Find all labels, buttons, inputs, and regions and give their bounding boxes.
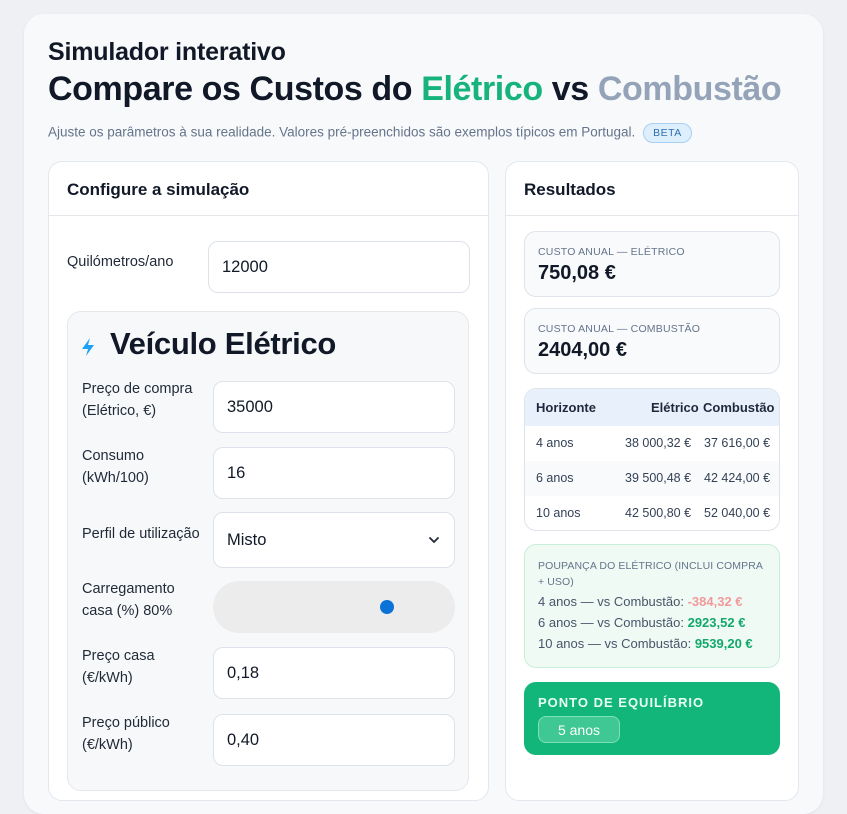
table-cell-electric: 42 500,80 €: [625, 506, 692, 520]
usage-profile-value: Misto: [227, 530, 267, 549]
ev-consumption-label-line1: Consumo: [82, 448, 145, 464]
savings-line-value: -384,32 €: [687, 594, 743, 609]
table-cell-electric: 39 500,48 €: [625, 471, 692, 485]
ev-price-value: 35000: [227, 397, 273, 416]
public-price-input[interactable]: 0,40: [213, 714, 455, 766]
table-cell-combustion: 37 616,00 €: [704, 436, 771, 450]
table-cell-horizon: 10 anos: [536, 506, 581, 520]
table-cell-electric: 38 000,32 €: [625, 436, 692, 450]
table-header-combustion: Combustão: [703, 400, 775, 415]
savings-line-label: 10 anos — vs Combustão:: [538, 636, 692, 651]
lightning-bolt-icon: [82, 338, 94, 356]
usage-profile-select[interactable]: Misto: [213, 512, 455, 568]
table-cell-combustion: 52 040,00 €: [704, 506, 771, 520]
home-charge-label-line1: Carregamento: [82, 581, 175, 597]
savings-line: 10 anos — vs Combustão: 9539,20 €: [538, 636, 753, 651]
annual-cost-electric-value: 750,08 €: [538, 262, 616, 284]
public-price-value: 0,40: [227, 730, 260, 749]
title-combustion: Combustão: [597, 70, 782, 108]
table-cell-horizon: 4 anos: [536, 436, 574, 450]
annual-cost-combustion-value: 2404,00 €: [538, 339, 627, 361]
public-price-label-line2: (€/kWh): [82, 737, 133, 753]
title-electric: Elétrico: [421, 70, 543, 108]
breakeven-value: 5 anos: [538, 716, 620, 743]
public-price-label: Preço público (€/kWh): [82, 712, 170, 756]
home-charge-label-line2: casa (%) 80%: [82, 603, 173, 619]
ev-price-input[interactable]: 35000: [213, 381, 455, 433]
title-vs: vs: [551, 70, 589, 108]
table-cell-horizon: 6 anos: [536, 471, 574, 485]
km-label: Quilómetros/ano: [67, 254, 174, 270]
breakeven-card: PONTO DE EQUILÍBRIO 5 anos: [524, 682, 780, 755]
ev-consumption-input[interactable]: 16: [213, 447, 455, 499]
table-cell-combustion: 42 424,00 €: [704, 471, 771, 485]
ev-consumption-label-line2: (kWh/100): [82, 470, 149, 486]
home-charge-slider-thumb[interactable]: [380, 600, 394, 614]
ev-price-label: Preço de compra (Elétrico, €): [82, 378, 192, 422]
usage-profile-label: Perfil de utilização: [82, 526, 200, 542]
horizon-table: Horizonte Elétrico Combustão 4 anos 38 0…: [524, 388, 780, 531]
savings-line-value: 9539,20 €: [694, 636, 753, 651]
breakeven-label: PONTO DE EQUILÍBRIO: [538, 695, 705, 710]
table-row: 6 anos 39 500,48 € 42 424,00 €: [525, 461, 779, 496]
chevron-down-icon: [429, 537, 439, 543]
home-price-label-line1: Preço casa: [82, 648, 155, 664]
table-header: Horizonte Elétrico Combustão: [525, 389, 779, 426]
home-price-label: Preço casa (€/kWh): [82, 645, 155, 689]
km-input[interactable]: 12000: [208, 241, 470, 293]
annual-cost-combustion-card: CUSTO ANUAL — COMBUSTÃO 2404,00 €: [524, 308, 780, 374]
results-panel-divider: [506, 215, 798, 216]
page-kicker: Simulador interativo: [48, 38, 286, 66]
annual-cost-electric-label: CUSTO ANUAL — ELÉTRICO: [538, 246, 685, 258]
subtitle-text: Ajuste os parâmetros à sua realidade. Va…: [48, 124, 636, 140]
savings-card: POUPANÇA DO ELÉTRICO (INCLUI COMPRA + US…: [524, 544, 780, 668]
home-price-label-line2: (€/kWh): [82, 670, 133, 686]
km-value: 12000: [222, 257, 268, 276]
ev-price-label-line2: (Elétrico, €): [82, 403, 157, 419]
public-price-label-line1: Preço público: [82, 715, 170, 731]
ev-title: Veículo Elétrico: [110, 326, 337, 361]
table-row: 4 anos 38 000,32 € 37 616,00 €: [525, 426, 779, 461]
savings-line-label: 6 anos — vs Combustão:: [538, 615, 684, 630]
home-charge-slider[interactable]: [213, 581, 455, 633]
config-panel-divider: [49, 215, 488, 216]
home-charge-label: Carregamento casa (%) 80%: [82, 578, 175, 622]
table-row: 10 anos 42 500,80 € 52 040,00 €: [525, 496, 779, 530]
page-title: Compare os Custos do Elétrico vs Combust…: [48, 70, 782, 109]
savings-line-label: 4 anos — vs Combustão:: [538, 594, 684, 609]
home-price-value: 0,18: [227, 663, 260, 682]
page-subtitle: Ajuste os parâmetros à sua realidade. Va…: [48, 123, 692, 143]
table-header-electric: Elétrico: [651, 400, 699, 415]
title-prefix: Compare os Custos do: [48, 70, 413, 108]
config-panel-title: Configure a simulação: [67, 180, 250, 199]
ev-consumption-value: 16: [227, 463, 246, 482]
annual-cost-combustion-label: CUSTO ANUAL — COMBUSTÃO: [538, 323, 701, 335]
savings-line: 4 anos — vs Combustão: -384,32 €: [538, 594, 743, 609]
ev-consumption-label: Consumo (kWh/100): [82, 445, 149, 489]
beta-badge: BETA: [643, 123, 692, 143]
ev-price-label-line1: Preço de compra: [82, 381, 193, 397]
table-header-horizon: Horizonte: [536, 400, 596, 415]
savings-heading: POUPANÇA DO ELÉTRICO (INCLUI COMPRA + US…: [538, 560, 763, 588]
savings-line: 6 anos — vs Combustão: 2923,52 €: [538, 615, 745, 630]
home-price-input[interactable]: 0,18: [213, 647, 455, 699]
savings-line-value: 2923,52 €: [687, 615, 746, 630]
results-panel-title: Resultados: [524, 180, 616, 199]
annual-cost-electric-card: CUSTO ANUAL — ELÉTRICO 750,08 €: [524, 231, 780, 297]
